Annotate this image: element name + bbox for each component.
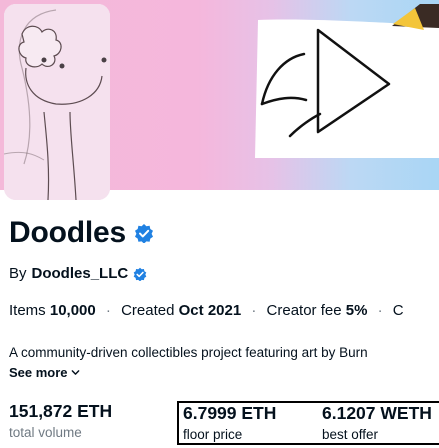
best-offer-value: 6.1207 WETH <box>322 403 432 423</box>
separator-dot: · <box>105 302 111 319</box>
separator-dot: · <box>251 302 257 319</box>
floor-price-value: 6.7999 ETH <box>183 403 277 423</box>
by-label: By <box>9 265 27 282</box>
collection-hero <box>0 0 439 200</box>
floor-price-metric[interactable]: 6.7999 ETH floor price <box>183 403 276 442</box>
total-volume-label: total volume <box>9 425 82 440</box>
collection-avatar <box>4 4 110 200</box>
collection-stats-row: Items 10,000 · Created Oct 2021 · Creato… <box>9 302 404 319</box>
items-value: 10,000 <box>49 302 96 319</box>
total-volume-metric[interactable]: 151,872 ETH total volume <box>9 401 112 440</box>
see-more-label: See more <box>9 365 68 380</box>
chevron-down-icon <box>71 370 79 375</box>
creator-row: By Doodles_LLC <box>9 265 147 282</box>
creator-fee-value: 5% <box>345 302 368 319</box>
truncated-stat-label: C <box>392 302 404 319</box>
see-more-button[interactable]: See more <box>9 365 80 380</box>
created-label: Created <box>121 302 175 319</box>
floor-price-label: floor price <box>183 427 243 442</box>
collection-description: A community-driven collectibles project … <box>9 345 368 360</box>
verified-badge-icon <box>134 224 153 243</box>
total-volume-value: 151,872 ETH <box>9 401 113 421</box>
collection-title-row: Doodles <box>9 216 154 250</box>
collection-metrics: 151,872 ETH total volume 6.7999 ETH floo… <box>9 401 439 445</box>
created-value: Oct 2021 <box>178 302 242 319</box>
creator-link[interactable]: Doodles_LLC <box>32 265 129 282</box>
separator-dot: · <box>377 302 383 319</box>
collection-title: Doodles <box>9 216 126 249</box>
best-offer-metric[interactable]: 6.1207 WETH best offer <box>322 403 432 442</box>
creator-fee-label: Creator fee <box>266 302 342 319</box>
doodle-avatar-image <box>4 4 110 200</box>
items-label: Items <box>9 302 46 319</box>
best-offer-label: best offer <box>322 427 379 442</box>
creator-verified-icon <box>133 267 147 281</box>
